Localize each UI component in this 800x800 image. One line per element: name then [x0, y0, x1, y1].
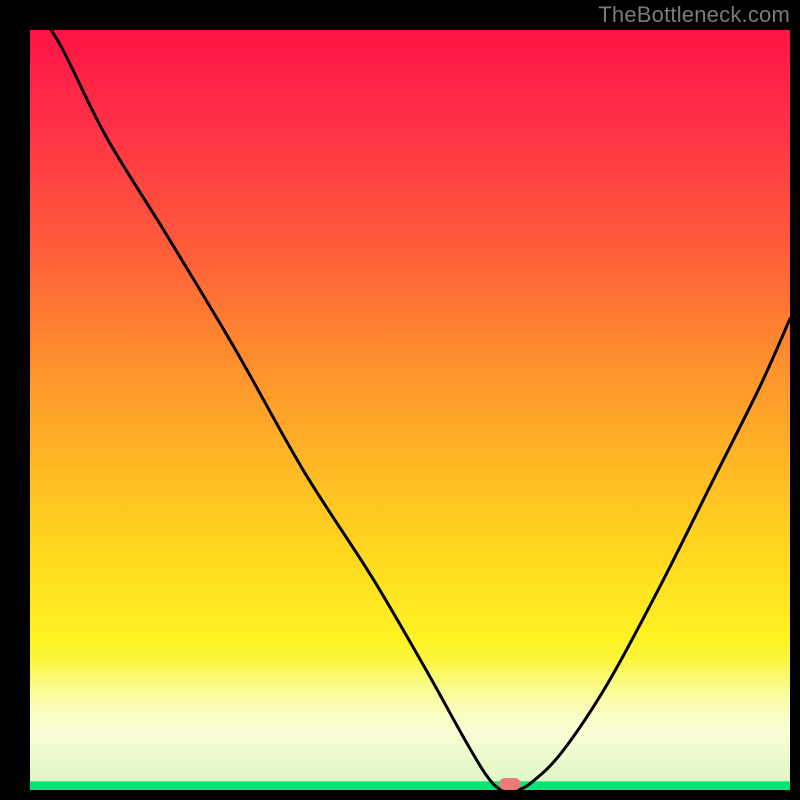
attribution-label: TheBottleneck.com: [598, 2, 790, 28]
optimal-point-marker: [499, 778, 521, 790]
plot-area: [30, 30, 790, 790]
bottleneck-curve: [30, 30, 790, 790]
chart-frame: TheBottleneck.com: [0, 0, 800, 800]
